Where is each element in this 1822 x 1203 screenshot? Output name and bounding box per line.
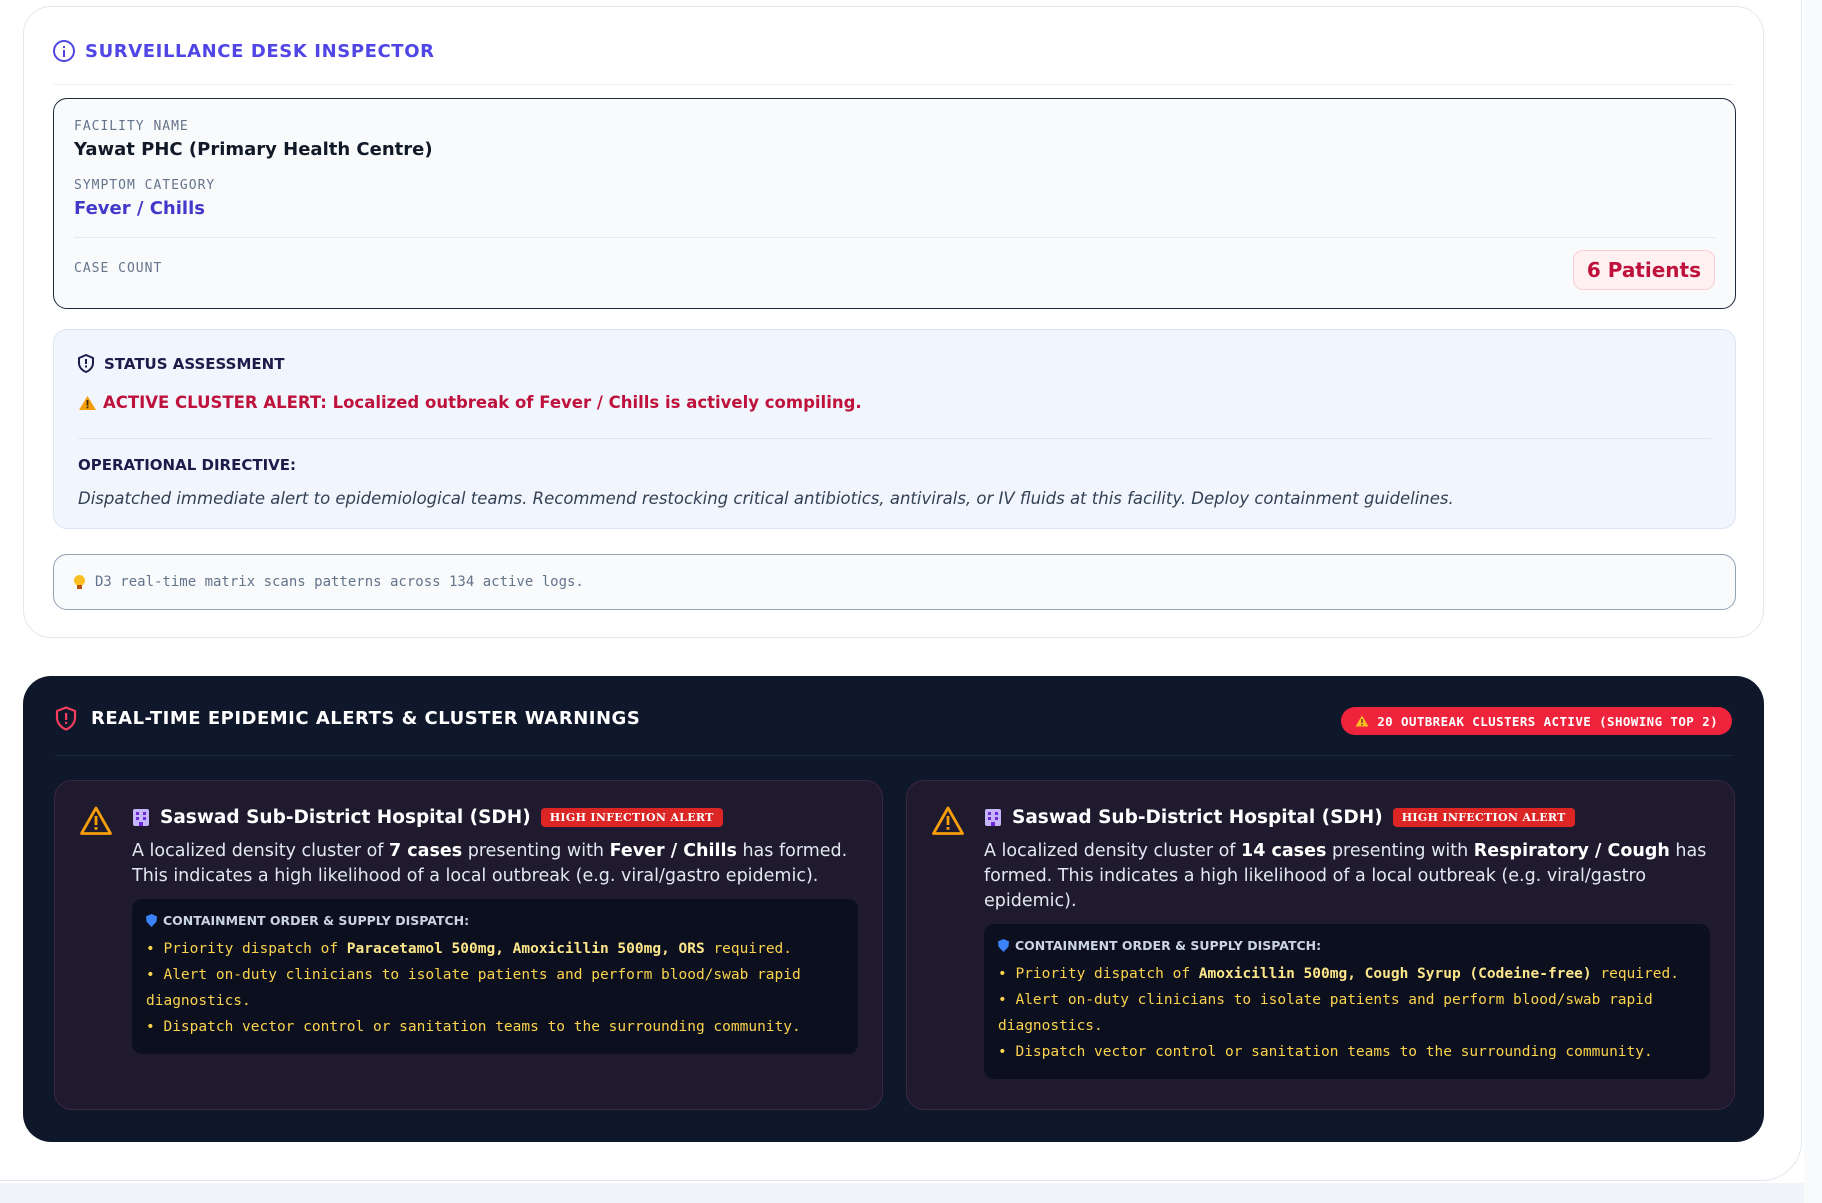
- warning-icon: [1355, 715, 1369, 727]
- operational-directive-text: Dispatched immediate alert to epidemiolo…: [78, 489, 1454, 508]
- desc-text: presenting with: [462, 841, 610, 861]
- cluster-alert-text: ACTIVE CLUSTER ALERT: Localized outbreak…: [103, 393, 862, 412]
- surveillance-inspector-panel: SURVEILLANCE DESK INSPECTOR FACILITY NAM…: [23, 6, 1764, 638]
- cluster-card: Saswad Sub-District Hospital (SDH) HIGH …: [54, 780, 883, 1110]
- hospital-icon: [132, 807, 150, 827]
- case-count-label: CASE COUNT: [74, 261, 163, 276]
- warning-icon: [80, 806, 112, 835]
- case-count-badge: 6 Patients: [1572, 250, 1715, 290]
- order-line-vector-control: • Dispatch vector control or sanitation …: [998, 1044, 1653, 1060]
- cluster-description: A localized density cluster of 14 cases …: [984, 839, 1710, 914]
- matrix-hint-text: D3 real-time matrix scans patterns acros…: [95, 574, 584, 590]
- containment-order-header: CONTAINMENT ORDER & SUPPLY DISPATCH:: [998, 938, 1696, 953]
- warning-icon: [932, 806, 964, 835]
- cluster-card: Saswad Sub-District Hospital (SDH) HIGH …: [906, 780, 1735, 1110]
- inspector-title: SURVEILLANCE DESK INSPECTOR: [85, 41, 435, 62]
- desc-text: A localized density cluster of: [132, 841, 390, 861]
- shield-icon: [78, 354, 94, 373]
- shield-icon: [998, 939, 1009, 952]
- containment-order-box: CONTAINMENT ORDER & SUPPLY DISPATCH: • P…: [984, 924, 1710, 1079]
- order-line-vector-control: • Dispatch vector control or sanitation …: [146, 1019, 801, 1035]
- cluster-card-body: Saswad Sub-District Hospital (SDH) HIGH …: [984, 805, 1710, 1079]
- warning-icon: [79, 395, 96, 410]
- info-icon: [53, 40, 75, 62]
- order-line-isolate: • Alert on-duty clinicians to isolate pa…: [146, 967, 801, 1009]
- containment-order-box: CONTAINMENT ORDER & SUPPLY DISPATCH: • P…: [132, 899, 858, 1054]
- hospital-name: Saswad Sub-District Hospital (SDH): [1012, 806, 1383, 828]
- hospital-icon: [984, 807, 1002, 827]
- order-line-dispatch: • Priority dispatch of Paracetamol 500mg…: [146, 936, 844, 962]
- containment-order-header: CONTAINMENT ORDER & SUPPLY DISPATCH:: [146, 913, 844, 928]
- cluster-card-title-row: Saswad Sub-District Hospital (SDH) HIGH …: [132, 805, 858, 829]
- cluster-description: A localized density cluster of 7 cases p…: [132, 839, 858, 889]
- epidemic-alerts-panel: REAL-TIME EPIDEMIC ALERTS & CLUSTER WARN…: [23, 676, 1764, 1142]
- symptom-name: Respiratory / Cough: [1473, 841, 1670, 861]
- desc-text: A localized density cluster of: [984, 841, 1242, 861]
- shield-icon: [146, 914, 157, 927]
- status-divider: [78, 438, 1711, 439]
- case-count: 14 cases: [1241, 841, 1327, 861]
- cluster-card-title-row: Saswad Sub-District Hospital (SDH) HIGH …: [984, 805, 1710, 829]
- matrix-hint-bar: D3 real-time matrix scans patterns acros…: [53, 554, 1736, 610]
- alerts-header: REAL-TIME EPIDEMIC ALERTS & CLUSTER WARN…: [55, 706, 1732, 756]
- order-line-dispatch: • Priority dispatch of Amoxicillin 500mg…: [998, 961, 1696, 987]
- status-header: STATUS ASSESSMENT: [78, 354, 284, 373]
- high-infection-badge: HIGH INFECTION ALERT: [1392, 807, 1575, 827]
- scroll-gutter: [1804, 0, 1822, 1203]
- status-assessment-card: STATUS ASSESSMENT ACTIVE CLUSTER ALERT: …: [53, 329, 1736, 529]
- facility-name-value: Yawat PHC (Primary Health Centre): [74, 139, 433, 160]
- active-clusters-badge: 20 OUTBREAK CLUSTERS ACTIVE (SHOWING TOP…: [1341, 707, 1732, 735]
- cluster-alert-line: ACTIVE CLUSTER ALERT: Localized outbreak…: [78, 393, 862, 412]
- facility-name-label: FACILITY NAME: [74, 119, 189, 134]
- facility-details-card: FACILITY NAME Yawat PHC (Primary Health …: [53, 98, 1736, 309]
- hospital-name: Saswad Sub-District Hospital (SDH): [160, 806, 531, 828]
- containment-order-title: CONTAINMENT ORDER & SUPPLY DISPATCH:: [163, 913, 470, 928]
- operational-directive-label: OPERATIONAL DIRECTIVE:: [78, 456, 296, 474]
- shield-alert-icon: [55, 706, 77, 731]
- symptom-category-label: SYMPTOM CATEGORY: [74, 178, 216, 193]
- containment-order-title: CONTAINMENT ORDER & SUPPLY DISPATCH:: [1015, 938, 1322, 953]
- order-text: required.: [704, 941, 793, 957]
- status-title: STATUS ASSESSMENT: [104, 354, 285, 373]
- bulb-icon: [74, 574, 85, 590]
- medication-list: Amoxicillin 500mg, Cough Syrup (Codeine-…: [1198, 966, 1592, 982]
- inspector-header: SURVEILLANCE DESK INSPECTOR: [53, 37, 1734, 85]
- facility-divider: [74, 237, 1715, 238]
- order-text: • Priority dispatch of: [146, 941, 347, 957]
- alerts-title-group: REAL-TIME EPIDEMIC ALERTS & CLUSTER WARN…: [55, 706, 640, 731]
- symptom-name: Fever / Chills: [609, 841, 737, 861]
- order-text: • Priority dispatch of: [998, 966, 1199, 982]
- active-clusters-text: 20 OUTBREAK CLUSTERS ACTIVE (SHOWING TOP…: [1377, 713, 1718, 729]
- desc-text: presenting with: [1326, 841, 1474, 861]
- order-line-isolate: • Alert on-duty clinicians to isolate pa…: [998, 992, 1653, 1034]
- medication-list: Paracetamol 500mg, Amoxicillin 500mg, OR…: [346, 941, 705, 957]
- high-infection-badge: HIGH INFECTION ALERT: [540, 807, 723, 827]
- order-text: required.: [1591, 966, 1679, 982]
- page-footer-strip: [0, 1183, 1822, 1203]
- cluster-card-body: Saswad Sub-District Hospital (SDH) HIGH …: [132, 805, 858, 1054]
- alerts-title: REAL-TIME EPIDEMIC ALERTS & CLUSTER WARN…: [91, 708, 641, 729]
- symptom-category-value: Fever / Chills: [74, 198, 205, 219]
- case-count: 7 cases: [389, 841, 463, 861]
